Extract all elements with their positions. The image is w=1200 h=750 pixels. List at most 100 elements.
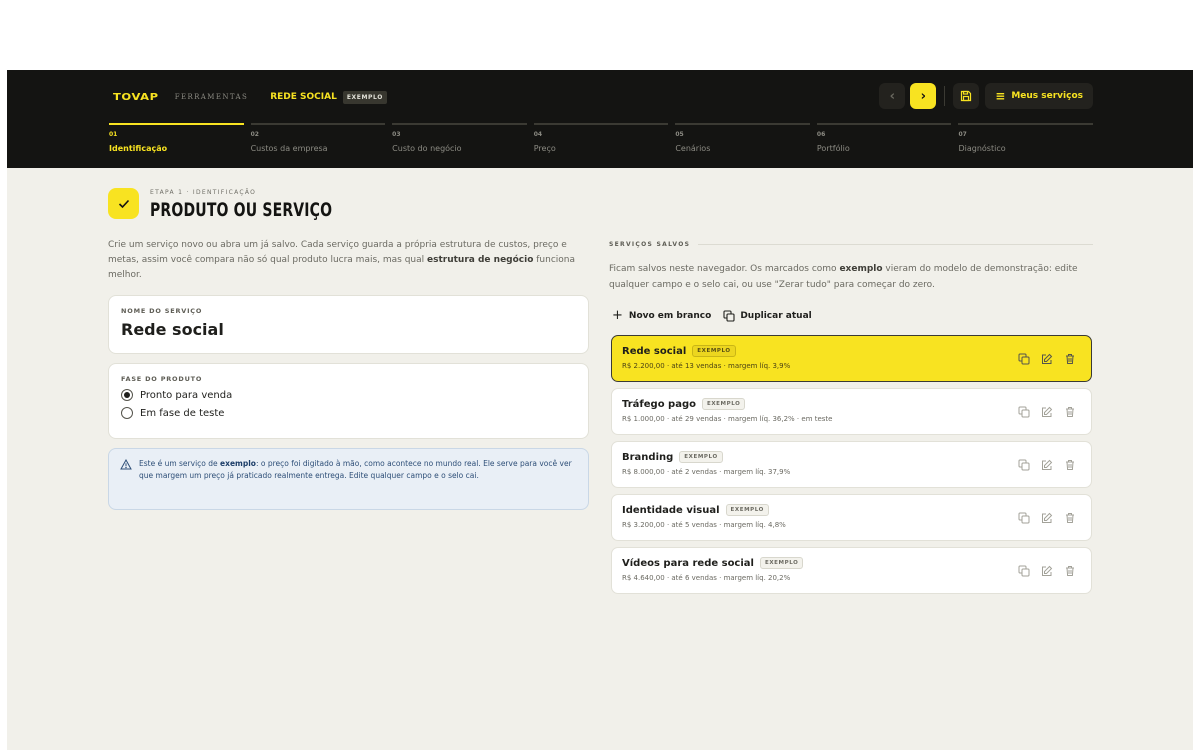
step-tabs: 01 Identificação 02 Custos da empresa 03…: [109, 123, 1094, 163]
service-name: Branding: [622, 451, 674, 463]
duplicate-icon[interactable]: [1017, 405, 1031, 419]
step-number: 06: [816, 131, 826, 138]
trash-icon[interactable]: [1063, 458, 1077, 472]
step-complete-badge: [108, 188, 139, 219]
previous-step-button[interactable]: ‹: [879, 83, 906, 109]
step-number: 02: [250, 131, 259, 138]
current-service-name: REDE SOCIAL: [270, 92, 337, 102]
product-phase-label: FASE DO PRODUTO: [121, 375, 203, 383]
trash-icon[interactable]: [1063, 511, 1077, 525]
service-item-trafego-pago[interactable]: Tráfego pago EXEMPLO R$ 1.000,00 · até 2…: [611, 388, 1092, 435]
service-item-rede-social[interactable]: Rede social EXEMPLO R$ 2.200,00 · até 13…: [611, 335, 1092, 382]
top-bar: TOVAP FERRAMENTAS REDE SOCIAL EXEMPLO ‹ …: [7, 70, 1193, 168]
service-item-actions: [1017, 405, 1077, 419]
step-number: 01: [109, 131, 118, 138]
duplicate-icon: [723, 309, 735, 322]
menu-icon: ≡: [995, 89, 1006, 103]
next-step-button[interactable]: ›: [910, 83, 937, 109]
step-label: Identificação: [109, 144, 168, 153]
duplicate-current-button[interactable]: Duplicar atual: [723, 309, 812, 322]
save-icon: [961, 90, 972, 102]
chevron-right-icon: ›: [920, 88, 926, 104]
service-name-field[interactable]: NOME DO SERVIÇO Rede social: [108, 295, 589, 354]
duplicate-icon[interactable]: [1017, 511, 1031, 525]
example-badge: EXEMPLO: [692, 345, 736, 357]
logo[interactable]: TOVAP: [113, 92, 159, 103]
service-item-identidade-visual[interactable]: Identidade visual EXEMPLO R$ 3.200,00 · …: [611, 494, 1092, 541]
radio-unchecked-icon[interactable]: [121, 407, 133, 419]
check-icon: [118, 199, 129, 208]
edit-icon[interactable]: [1040, 405, 1054, 419]
service-item-branding[interactable]: Branding EXEMPLO R$ 8.000,00 · até 2 ven…: [611, 441, 1092, 488]
duplicate-icon[interactable]: [1017, 352, 1031, 366]
step-number: 04: [533, 131, 543, 138]
service-name: Vídeos para rede social: [622, 557, 754, 569]
example-badge: EXEMPLO: [679, 451, 723, 463]
duplicate-current-label: Duplicar atual: [740, 310, 812, 321]
service-meta: R$ 4.640,00 · até 6 vendas · margem líq.…: [622, 574, 791, 582]
service-name-input[interactable]: Rede social: [121, 320, 576, 339]
step-label: Preço: [533, 144, 556, 153]
trash-icon[interactable]: [1063, 405, 1077, 419]
step-number: 07: [958, 131, 967, 138]
step-number: 05: [675, 131, 684, 138]
edit-icon[interactable]: [1040, 511, 1054, 525]
step-label: Diagnóstico: [958, 144, 1006, 153]
intro-text: Crie um serviço novo ou abra um já salvo…: [108, 238, 593, 283]
service-meta: R$ 3.200,00 · até 5 vendas · margem líq.…: [622, 521, 786, 529]
plus-icon: +: [612, 308, 623, 323]
step-label: Custo do negócio: [392, 144, 462, 153]
intro-text-bold: estrutura de negócio: [427, 255, 534, 265]
service-item-actions: [1017, 458, 1077, 472]
step-tab-preco[interactable]: 04 Preço: [533, 123, 669, 163]
step-label: Cenários: [675, 144, 711, 153]
service-meta: R$ 8.000,00 · até 2 vendas · margem líq.…: [622, 468, 791, 476]
step-tab-custos-empresa[interactable]: 02 Custos da empresa: [250, 123, 386, 163]
step-tab-cenarios[interactable]: 05 Cenários: [675, 123, 810, 163]
new-blank-label: Novo em branco: [628, 310, 712, 321]
saved-services-title: SERVIÇOS SALVOS: [609, 241, 691, 248]
step-label: Portfólio: [816, 144, 850, 153]
service-name: Tráfego pago: [622, 398, 696, 410]
phase-option-label: Pronto para venda: [140, 389, 233, 401]
warning-icon: [120, 459, 132, 470]
duplicate-icon[interactable]: [1017, 564, 1031, 578]
edit-icon[interactable]: [1040, 564, 1054, 578]
new-blank-button[interactable]: + Novo em branco: [612, 308, 711, 323]
trash-icon[interactable]: [1063, 564, 1077, 578]
edit-icon[interactable]: [1040, 458, 1054, 472]
saved-services-description: Ficam salvos neste navegador. Os marcado…: [609, 261, 1093, 293]
phase-option-label: Em fase de teste: [140, 407, 225, 419]
service-item-videos[interactable]: Vídeos para rede social EXEMPLO R$ 4.640…: [611, 547, 1092, 594]
chevron-left-icon: ‹: [889, 88, 895, 104]
saved-services-actions: + Novo em branco Duplicar atual: [612, 308, 824, 323]
app-window: TOVAP FERRAMENTAS REDE SOCIAL EXEMPLO ‹ …: [7, 70, 1193, 750]
step-tab-portfolio[interactable]: 06 Portfólio: [816, 123, 952, 163]
phase-option-ready[interactable]: Pronto para venda: [121, 389, 576, 401]
brand-row: TOVAP FERRAMENTAS REDE SOCIAL EXEMPLO ‹ …: [109, 83, 1093, 109]
step-tab-identificacao[interactable]: 01 Identificação: [109, 123, 244, 163]
example-badge: EXEMPLO: [701, 398, 746, 410]
save-button[interactable]: [953, 83, 980, 109]
divider: [944, 86, 946, 106]
radio-checked-icon[interactable]: [121, 389, 133, 401]
service-item-actions: [1017, 564, 1077, 578]
my-services-button[interactable]: ≡ Meus serviços: [985, 83, 1093, 109]
service-meta: R$ 1.000,00 · até 29 vendas · margem líq…: [622, 415, 833, 423]
step-label: Custos da empresa: [250, 144, 328, 153]
page-title: PRODUTO OU SERVIÇO: [150, 199, 333, 221]
step-number: 03: [392, 131, 401, 138]
step-tab-custo-negocio[interactable]: 03 Custo do negócio: [392, 123, 527, 163]
my-services-label: Meus serviços: [1011, 91, 1083, 101]
saved-desc-bold: exemplo: [839, 264, 883, 274]
current-service-badge: EXEMPLO: [342, 90, 387, 104]
divider: [698, 244, 1093, 245]
edit-icon[interactable]: [1040, 352, 1054, 366]
step-eyebrow: ETAPA 1 · IDENTIFICAÇÃO: [150, 189, 257, 196]
trash-icon[interactable]: [1063, 352, 1077, 366]
phase-option-testing[interactable]: Em fase de teste: [121, 407, 576, 419]
service-meta: R$ 2.200,00 · até 13 vendas · margem líq…: [622, 362, 791, 370]
duplicate-icon[interactable]: [1017, 458, 1031, 472]
step-tab-diagnostico[interactable]: 07 Diagnóstico: [958, 123, 1094, 163]
service-name-label: NOME DO SERVIÇO: [121, 307, 203, 315]
